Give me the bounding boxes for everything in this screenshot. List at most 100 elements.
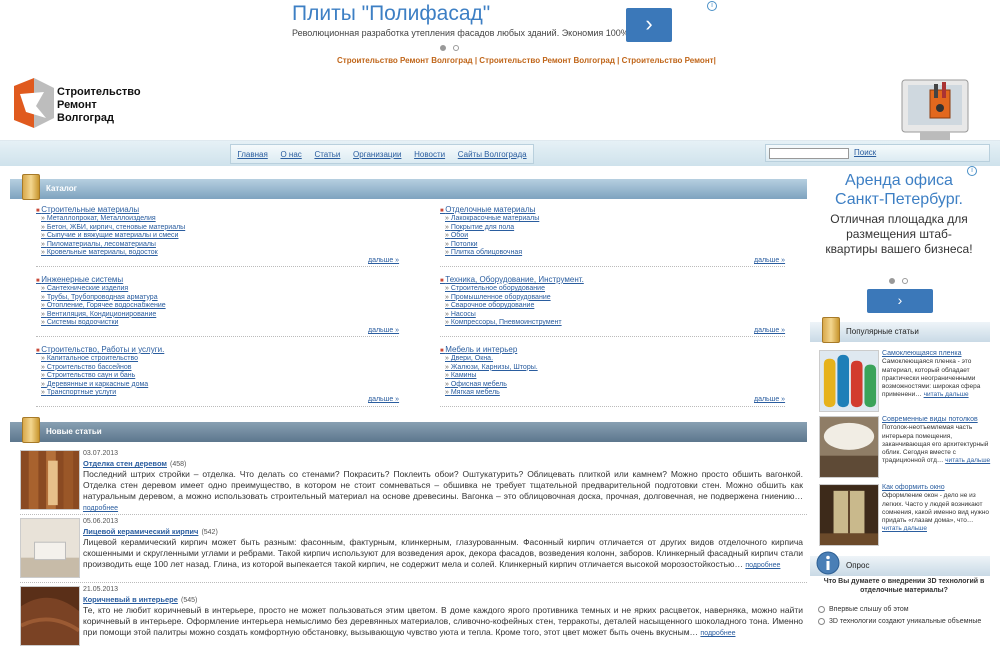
article-title[interactable]: Отделка стен деревом: [83, 459, 167, 468]
nav-sites[interactable]: Сайты Волгограда: [458, 150, 527, 159]
news-title: Новые статьи: [46, 427, 102, 436]
catalog-category[interactable]: Строительные материалы: [36, 205, 396, 214]
read-more-link[interactable]: подробнее: [700, 630, 735, 637]
catalog-block: Мебель и интерьер Двери, Окна. Жалюзи, К…: [440, 345, 800, 398]
catalog-category[interactable]: Строительство, Работы и услуги.: [36, 345, 396, 354]
catalog-category[interactable]: Мебель и интерьер: [440, 345, 800, 354]
top-link[interactable]: Строительство Ремонт: [622, 56, 714, 65]
catalog-item[interactable]: Плитка облицовочная: [440, 249, 800, 258]
more-link[interactable]: дальше »: [368, 396, 399, 403]
search-form: Поиск: [765, 144, 990, 162]
catalog-item[interactable]: Трубы, Трубопроводная арматура: [36, 294, 396, 303]
poll-option[interactable]: 3D технологии создают уникальные объемны…: [818, 618, 981, 625]
poll-option[interactable]: Впервые слышу об этом: [818, 606, 909, 613]
catalog-item[interactable]: Деревянные и каркасные дома: [36, 381, 396, 390]
catalog-item[interactable]: Покрытие для пола: [440, 224, 800, 233]
catalog-category[interactable]: Техника, Оборудование, Инструмент.: [440, 275, 800, 284]
catalog-block: Отделочные материалы Лакокрасочные матер…: [440, 205, 800, 258]
catalog-block: Строительство, Работы и услуги. Капиталь…: [36, 345, 396, 398]
top-ad-banner[interactable]: Плиты "Полифасад" Революционная разработ…: [282, 0, 719, 54]
nav-articles[interactable]: Статьи: [314, 150, 340, 159]
top-ad-title[interactable]: Плиты "Полифасад": [292, 2, 490, 26]
logo-text[interactable]: Строительство Ремонт Волгоград: [57, 86, 141, 125]
catalog-item[interactable]: Сварочное оборудование: [440, 302, 800, 311]
nav-about[interactable]: О нас: [280, 150, 301, 159]
popular-item-title[interactable]: Современные виды потолков: [882, 416, 992, 424]
right-ad-banner[interactable]: Аренда офиса Санкт-Петербург. Отличная п…: [823, 166, 977, 318]
read-more-link[interactable]: подробнее: [745, 562, 780, 569]
popular-thumbnail[interactable]: [819, 350, 879, 412]
catalog-item[interactable]: Капитальное строительство: [36, 355, 396, 364]
nav-organizations[interactable]: Организации: [353, 150, 401, 159]
more-link[interactable]: дальше »: [368, 257, 399, 264]
article-title[interactable]: Лицевой керамический кирпич: [83, 527, 198, 536]
nav-home[interactable]: Главная: [237, 150, 267, 159]
catalog-item[interactable]: Мягкая мебель: [440, 389, 800, 398]
catalog-item[interactable]: Строительство бассейнов: [36, 364, 396, 373]
catalog-category[interactable]: Отделочные материалы: [440, 205, 800, 214]
catalog-item[interactable]: Сыпучие и вяжущие материалы и смеси: [36, 232, 396, 241]
catalog-item[interactable]: Жалюзи, Карнизы, Шторы.: [440, 364, 800, 373]
popular-thumbnail[interactable]: [819, 484, 879, 546]
article-title[interactable]: Коричневый в интерьере: [83, 595, 178, 604]
article-text: Те, кто не любит коричневый в интерьере,…: [83, 605, 803, 637]
search-input[interactable]: [769, 148, 849, 159]
pager-dot[interactable]: [453, 45, 459, 51]
divider: [20, 514, 807, 515]
catalog-item[interactable]: Бетон, ЖБИ, кирпич, стеновые материалы: [36, 224, 396, 233]
article-date: 03.07.2013: [83, 450, 119, 457]
right-ad-arrow-button[interactable]: ›: [867, 289, 933, 313]
logo-icon[interactable]: [14, 78, 54, 128]
popular-item-text: Оформление окон - дело не из легких. Час…: [882, 492, 989, 525]
catalog-item[interactable]: Системы водоочистки: [36, 319, 396, 328]
read-more-link[interactable]: читать дальше: [924, 391, 969, 398]
catalog-item[interactable]: Вентиляция, Кондиционирование: [36, 311, 396, 320]
catalog-item[interactable]: Кровельные материалы, водосток: [36, 249, 396, 258]
popular-item-title[interactable]: Самоклеющаяся пленка: [882, 350, 992, 358]
popular-thumbnail[interactable]: [819, 416, 879, 478]
radio-button[interactable]: [818, 606, 825, 613]
catalog-item[interactable]: Строительство саун и бань: [36, 372, 396, 381]
top-ad-arrow-button[interactable]: ›: [626, 8, 672, 42]
top-ad-pager: [440, 42, 466, 54]
right-ad-pager: [889, 275, 915, 287]
catalog-item[interactable]: Сантехнические изделия: [36, 285, 396, 294]
top-link[interactable]: Строительство Ремонт Волгоград: [337, 56, 473, 65]
article-thumbnail[interactable]: [20, 450, 80, 510]
top-link[interactable]: Строительство Ремонт Волгоград: [479, 56, 615, 65]
catalog-item[interactable]: Металлопрокат, Металлоизделия: [36, 215, 396, 224]
ad-info-icon[interactable]: i: [967, 166, 977, 176]
catalog-item[interactable]: Насосы: [440, 311, 800, 320]
popular-item-title[interactable]: Как оформить окно: [882, 484, 992, 492]
article-thumbnail[interactable]: [20, 586, 80, 646]
read-more-link[interactable]: читать дальше: [945, 457, 990, 464]
catalog-item[interactable]: Пиломатериалы, лесоматериалы: [36, 241, 396, 250]
catalog-item[interactable]: Промышленное оборудование: [440, 294, 800, 303]
read-more-link[interactable]: читать дальше: [882, 525, 927, 532]
nav-news[interactable]: Новости: [414, 150, 445, 159]
catalog-item[interactable]: Строительное оборудование: [440, 285, 800, 294]
catalog-item[interactable]: Лакокрасочные материалы: [440, 215, 800, 224]
catalog-item[interactable]: Компрессоры, Пневмоинструмент: [440, 319, 800, 328]
search-button[interactable]: Поиск: [854, 148, 876, 157]
catalog-item[interactable]: Транспортные услуги: [36, 389, 396, 398]
poll-title: Опрос: [846, 561, 870, 570]
radio-button[interactable]: [818, 618, 825, 625]
catalog-item[interactable]: Отопление, Горячее водоснабжение: [36, 302, 396, 311]
right-ad-title[interactable]: Аренда офиса Санкт-Петербург.: [823, 171, 975, 209]
catalog-item[interactable]: Двери, Окна.: [440, 355, 800, 364]
more-link[interactable]: дальше »: [754, 396, 785, 403]
catalog-item[interactable]: Обои: [440, 232, 800, 241]
ad-info-icon[interactable]: i: [707, 1, 717, 11]
pager-dot[interactable]: [902, 278, 908, 284]
more-link[interactable]: дальше »: [368, 327, 399, 334]
catalog-block: Инженерные системы Сантехнические издели…: [36, 275, 396, 328]
read-more-link[interactable]: подробнее: [83, 505, 118, 512]
more-link[interactable]: дальше »: [754, 257, 785, 264]
catalog-item[interactable]: Камины: [440, 372, 800, 381]
more-link[interactable]: дальше »: [754, 327, 785, 334]
pager-dot-active[interactable]: [889, 278, 895, 284]
pager-dot-active[interactable]: [440, 45, 446, 51]
article-thumbnail[interactable]: [20, 518, 80, 578]
catalog-category[interactable]: Инженерные системы: [36, 275, 396, 284]
